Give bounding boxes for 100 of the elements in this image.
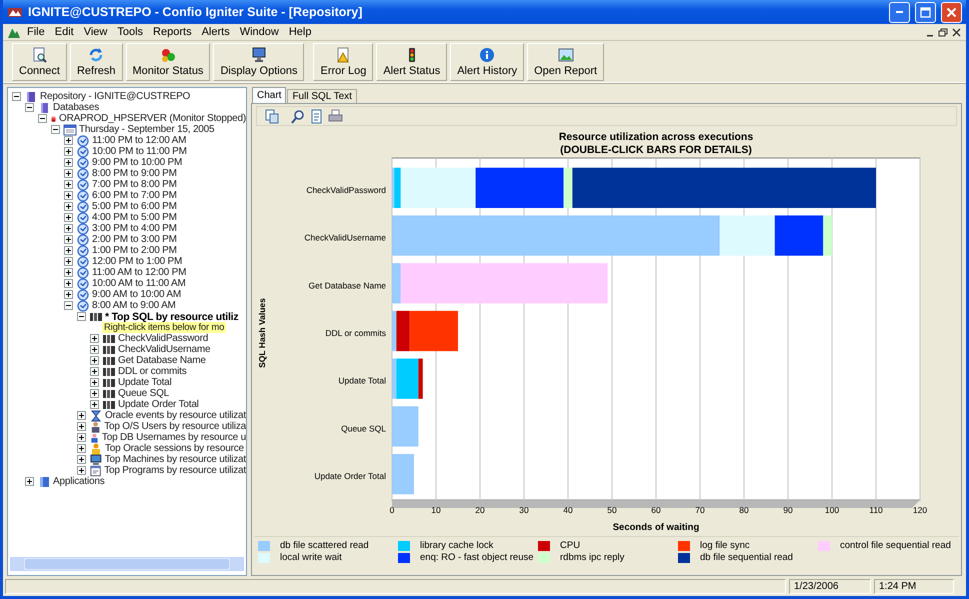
expand-toggle[interactable] (64, 136, 73, 145)
tab[interactable]: Full SQL Text (287, 89, 357, 103)
horizontal-scrollbar[interactable] (10, 557, 244, 571)
menu-item[interactable]: Window (236, 26, 283, 38)
tree-item[interactable]: 4:00 PM to 5:00 PM (92, 212, 177, 223)
tree-item[interactable]: 2:00 PM to 3:00 PM (92, 234, 177, 245)
toolbar-button[interactable]: Connect (12, 43, 67, 81)
tree-item[interactable]: 5:00 PM to 6:00 PM (92, 201, 177, 212)
expand-toggle[interactable] (64, 180, 73, 189)
expand-toggle[interactable] (77, 422, 86, 431)
expand-toggle[interactable] (90, 334, 99, 343)
tree-item[interactable]: Oracle events by resource utilizat (104, 410, 246, 421)
expand-toggle[interactable] (90, 356, 99, 365)
expand-toggle[interactable] (77, 466, 86, 475)
close-button[interactable] (941, 2, 962, 22)
expand-toggle[interactable] (77, 312, 86, 321)
expand-toggle[interactable] (64, 224, 73, 233)
tree-item[interactable]: 11:00 PM to 12:00 AM (92, 135, 186, 146)
tree-item[interactable]: 8:00 PM to 9:00 PM (92, 168, 177, 179)
tree-item[interactable]: 10:00 AM to 11:00 AM (92, 278, 186, 289)
tree-item[interactable]: ORAPROD_HPSERVER (Monitor Stopped) (59, 113, 246, 124)
tab[interactable]: Chart (252, 87, 286, 103)
bar[interactable] (410, 310, 458, 352)
toolbar-button[interactable]: Monitor Status (126, 43, 210, 81)
expand-toggle[interactable] (51, 125, 60, 134)
expand-toggle[interactable] (77, 455, 86, 464)
expand-toggle[interactable] (64, 301, 73, 310)
toolbar-button[interactable]: Alert History (450, 43, 524, 81)
toolbar-button[interactable]: Refresh (70, 43, 123, 81)
expand-toggle[interactable] (64, 290, 73, 299)
search-icon[interactable] (290, 108, 305, 124)
expand-toggle[interactable] (64, 279, 73, 288)
expand-toggle[interactable] (64, 213, 73, 222)
tree-item[interactable]: Top DB Usernames by resource u (102, 432, 246, 443)
tree-item[interactable]: Queue SQL (118, 388, 170, 399)
tree-item[interactable]: Top Oracle sessions by resource (105, 443, 244, 454)
document-icon[interactable] (309, 108, 324, 124)
expand-toggle[interactable] (90, 345, 99, 354)
close-icon[interactable] (951, 26, 962, 38)
tree-item[interactable]: Databases (53, 102, 100, 113)
tree-item[interactable]: Update Order Total (118, 399, 199, 410)
menu-item[interactable]: Tools (113, 26, 148, 38)
copy-icon[interactable] (265, 108, 280, 124)
bar[interactable] (396, 310, 410, 352)
menu-item[interactable]: Alerts (198, 26, 234, 38)
expand-toggle[interactable] (77, 444, 86, 453)
toolbar-button[interactable]: Error Log (313, 43, 374, 81)
tree-item[interactable]: Get Database Name (118, 355, 206, 366)
menu-item[interactable]: File (23, 26, 49, 38)
tree-item[interactable]: Top Programs by resource utilizat (104, 465, 246, 476)
tree-item[interactable]: 7:00 PM to 8:00 PM (92, 179, 177, 190)
expand-toggle[interactable] (64, 257, 73, 266)
menu-item[interactable]: View (80, 26, 112, 38)
tree-item[interactable]: CheckValidPassword (118, 333, 208, 344)
toolbar-button[interactable]: Alert Status (376, 43, 448, 81)
tree-item[interactable]: Update Total (118, 377, 172, 388)
restore-icon[interactable] (938, 26, 949, 38)
expand-toggle[interactable] (77, 433, 86, 442)
menu-item[interactable]: Help (284, 26, 316, 38)
menu-item[interactable]: Reports (149, 26, 196, 38)
tree-item[interactable]: Applications (53, 476, 105, 487)
tree-item[interactable]: 8:00 AM to 9:00 AM (92, 300, 176, 311)
toolbar-button[interactable]: Open Report (527, 43, 604, 81)
expand-toggle[interactable] (64, 268, 73, 277)
expand-toggle[interactable] (90, 378, 99, 387)
expand-toggle[interactable] (90, 389, 99, 398)
expand-toggle[interactable] (90, 367, 99, 376)
expand-toggle[interactable] (64, 235, 73, 244)
printer-icon[interactable] (328, 108, 343, 124)
tree-item[interactable]: 11:00 AM to 12:00 PM (92, 267, 186, 278)
expand-toggle[interactable] (64, 246, 73, 255)
expand-toggle[interactable] (77, 411, 86, 420)
expand-toggle[interactable] (12, 92, 21, 101)
maximize-button[interactable] (915, 2, 936, 22)
tree-item[interactable]: * Top SQL by resource utiliz (105, 310, 238, 322)
tree-item[interactable]: 3:00 PM to 4:00 PM (92, 223, 177, 234)
expand-toggle[interactable] (25, 477, 34, 486)
expand-toggle[interactable] (25, 103, 34, 112)
expand-toggle[interactable] (90, 400, 99, 409)
tree-item[interactable]: 9:00 PM to 10:00 PM (92, 157, 182, 168)
tree-item[interactable]: 12:00 PM to 1:00 PM (92, 256, 182, 267)
expand-toggle[interactable] (38, 114, 47, 123)
minimize-button[interactable] (889, 2, 910, 22)
expand-toggle[interactable] (64, 169, 73, 178)
tree-item[interactable]: 10:00 PM to 11:00 PM (92, 146, 187, 157)
expand-toggle[interactable] (64, 191, 73, 200)
tree-item[interactable]: Repository - IGNITE@CUSTREPO (40, 91, 190, 102)
toolbar-button[interactable]: Display Options (213, 43, 304, 81)
bar[interactable] (774, 215, 824, 256)
tree-item[interactable]: 9:00 AM to 10:00 AM (92, 289, 182, 300)
menu-item[interactable]: Edit (50, 26, 78, 38)
tree-item[interactable]: 1:00 PM to 2:00 PM (92, 245, 177, 256)
tree-item[interactable]: 6:00 PM to 7:00 PM (92, 190, 177, 201)
tree-item[interactable]: Top O/S Users by resource utiliza (104, 421, 246, 432)
tree-item[interactable]: DDL or commits (118, 366, 187, 377)
tree-item[interactable]: Thursday - September 15, 2005 (79, 124, 214, 135)
expand-toggle[interactable] (64, 147, 73, 156)
tree-item[interactable]: Top Machines by resource utilizat (104, 454, 246, 465)
expand-toggle[interactable] (64, 202, 73, 211)
expand-toggle[interactable] (64, 158, 73, 167)
